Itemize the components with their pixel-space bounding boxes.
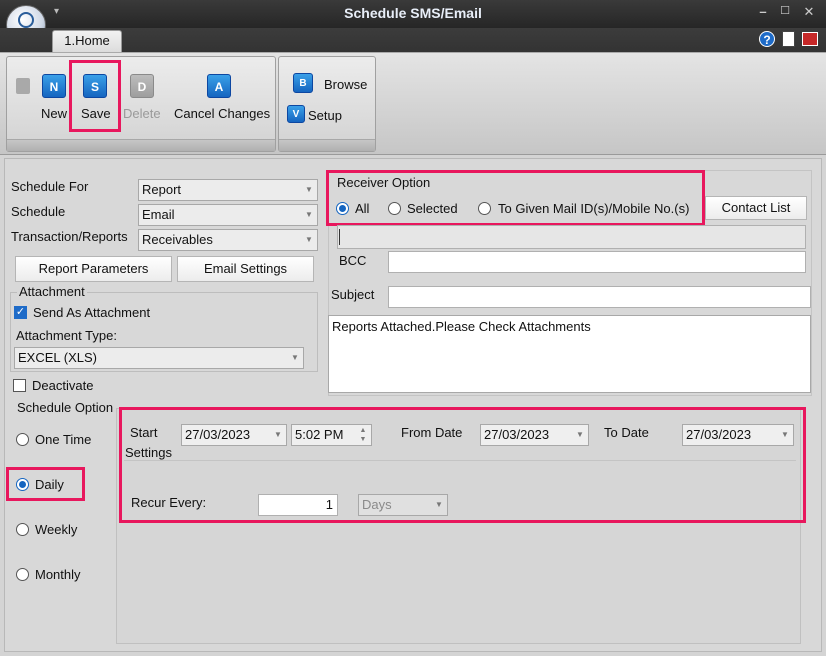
calendar-dropdown-icon[interactable]: ▼: [572, 425, 588, 445]
attachment-type-label: Attachment Type:: [16, 328, 117, 343]
weekly-radio[interactable]: [16, 523, 29, 536]
recur-every-label: Recur Every:: [131, 495, 207, 510]
delete-icon: D: [130, 74, 154, 98]
subject-label: Subject: [331, 287, 375, 302]
from-date-label: From Date: [401, 425, 463, 440]
exit-icon[interactable]: [802, 32, 818, 46]
transaction-reports-label: Transaction/Reports: [11, 229, 128, 244]
subject-input[interactable]: [388, 286, 811, 308]
start-time-value: 5:02 PM: [295, 427, 344, 442]
to-date-picker[interactable]: 27/03/2023 ▼: [682, 424, 794, 446]
from-date-value: 27/03/2023: [484, 427, 550, 442]
browse-icon[interactable]: B: [293, 73, 313, 93]
minimize-button[interactable]: –: [754, 4, 772, 19]
transaction-reports-value: Receivables: [142, 232, 213, 247]
calendar-dropdown-icon[interactable]: ▼: [270, 425, 286, 445]
start-label: Start: [130, 425, 158, 440]
receiver-address-field[interactable]: [337, 225, 806, 249]
report-parameters-button[interactable]: Report Parameters: [15, 256, 172, 282]
setup-icon[interactable]: V: [287, 105, 305, 123]
ribbon-group-tools: [278, 56, 376, 152]
save-highlight-box: [69, 60, 121, 132]
start-date-value: 27/03/2023: [185, 427, 251, 442]
new-icon[interactable]: N: [42, 74, 66, 98]
deactivate-label: Deactivate: [32, 378, 94, 393]
attachment-group-label: Attachment: [17, 284, 87, 299]
start-time-spinner[interactable]: 5:02 PM ▲ ▼: [291, 424, 372, 446]
recur-every-input[interactable]: 1: [258, 494, 338, 516]
browse-button[interactable]: Browse: [324, 77, 367, 92]
daily-highlight-box: [6, 467, 85, 501]
start-date-picker[interactable]: 27/03/2023 ▼: [181, 424, 287, 446]
bcc-input[interactable]: [388, 251, 806, 273]
recur-unit-value: Days: [362, 497, 392, 512]
contact-list-button[interactable]: Contact List: [705, 196, 807, 220]
deactivate-checkbox[interactable]: [13, 379, 26, 392]
maximize-button[interactable]: ☐: [776, 4, 794, 17]
window-title: Schedule SMS/Email: [344, 5, 482, 21]
chevron-down-icon[interactable]: ▼: [301, 180, 317, 200]
new-button[interactable]: New: [41, 106, 67, 121]
weekly-label: Weekly: [35, 522, 78, 537]
chevron-down-icon[interactable]: ▼: [301, 230, 317, 250]
schedule-for-label: Schedule For: [11, 179, 89, 194]
email-settings-button[interactable]: Email Settings: [177, 256, 314, 282]
transaction-reports-combo[interactable]: Receivables ▼: [138, 229, 318, 251]
ribbon-group-actions: [6, 56, 276, 152]
tab-home[interactable]: 1.Home: [52, 30, 122, 52]
help-icon[interactable]: ?: [759, 31, 775, 47]
schedule-combo[interactable]: Email ▼: [138, 204, 318, 226]
schedule-label: Schedule: [11, 204, 66, 219]
monthly-radio[interactable]: [16, 568, 29, 581]
chevron-down-icon[interactable]: ▼: [431, 495, 447, 515]
monthly-label: Monthly: [35, 567, 81, 582]
delete-button: Delete: [123, 106, 161, 121]
bcc-label: BCC: [339, 253, 367, 268]
close-button[interactable]: ✕: [800, 4, 818, 20]
document-icon[interactable]: [782, 31, 795, 47]
one-time-label: One Time: [35, 432, 92, 447]
recur-unit-combo[interactable]: Days ▼: [358, 494, 448, 516]
schedule-for-combo[interactable]: Report ▼: [138, 179, 318, 201]
schedule-for-value: Report: [142, 182, 182, 197]
cancel-changes-button[interactable]: Cancel Changes: [174, 106, 270, 121]
cancel-changes-icon[interactable]: A: [207, 74, 231, 98]
send-as-attachment-checkbox[interactable]: ✓: [14, 306, 27, 319]
attachment-type-value: EXCEL (XLS): [18, 350, 97, 365]
chevron-down-icon[interactable]: ▼: [287, 348, 303, 368]
receiver-option-highlight-box: [326, 170, 705, 226]
settings-label: Settings: [125, 445, 172, 460]
attachment-type-combo[interactable]: EXCEL (XLS) ▼: [14, 347, 304, 369]
schedule-value: Email: [142, 207, 175, 222]
ribbon-tab-row: [0, 28, 826, 52]
spinner-arrows-icon[interactable]: ▲ ▼: [355, 425, 371, 445]
lock-icon: [16, 78, 30, 94]
one-time-radio[interactable]: [16, 433, 29, 446]
setup-button[interactable]: Setup: [308, 108, 342, 123]
schedule-option-label: Schedule Option: [17, 400, 114, 415]
message-body-text: Reports Attached.Please Check Attachment…: [332, 319, 591, 334]
chevron-down-icon[interactable]: ▼: [301, 205, 317, 225]
settings-divider: [124, 460, 796, 461]
send-as-attachment-label: Send As Attachment: [33, 305, 151, 320]
calendar-dropdown-icon[interactable]: ▼: [777, 425, 793, 445]
to-date-value: 27/03/2023: [686, 427, 752, 442]
from-date-picker[interactable]: 27/03/2023 ▼: [480, 424, 589, 446]
message-body-textarea[interactable]: Reports Attached.Please Check Attachment…: [328, 315, 811, 393]
to-date-label: To Date: [604, 425, 649, 440]
